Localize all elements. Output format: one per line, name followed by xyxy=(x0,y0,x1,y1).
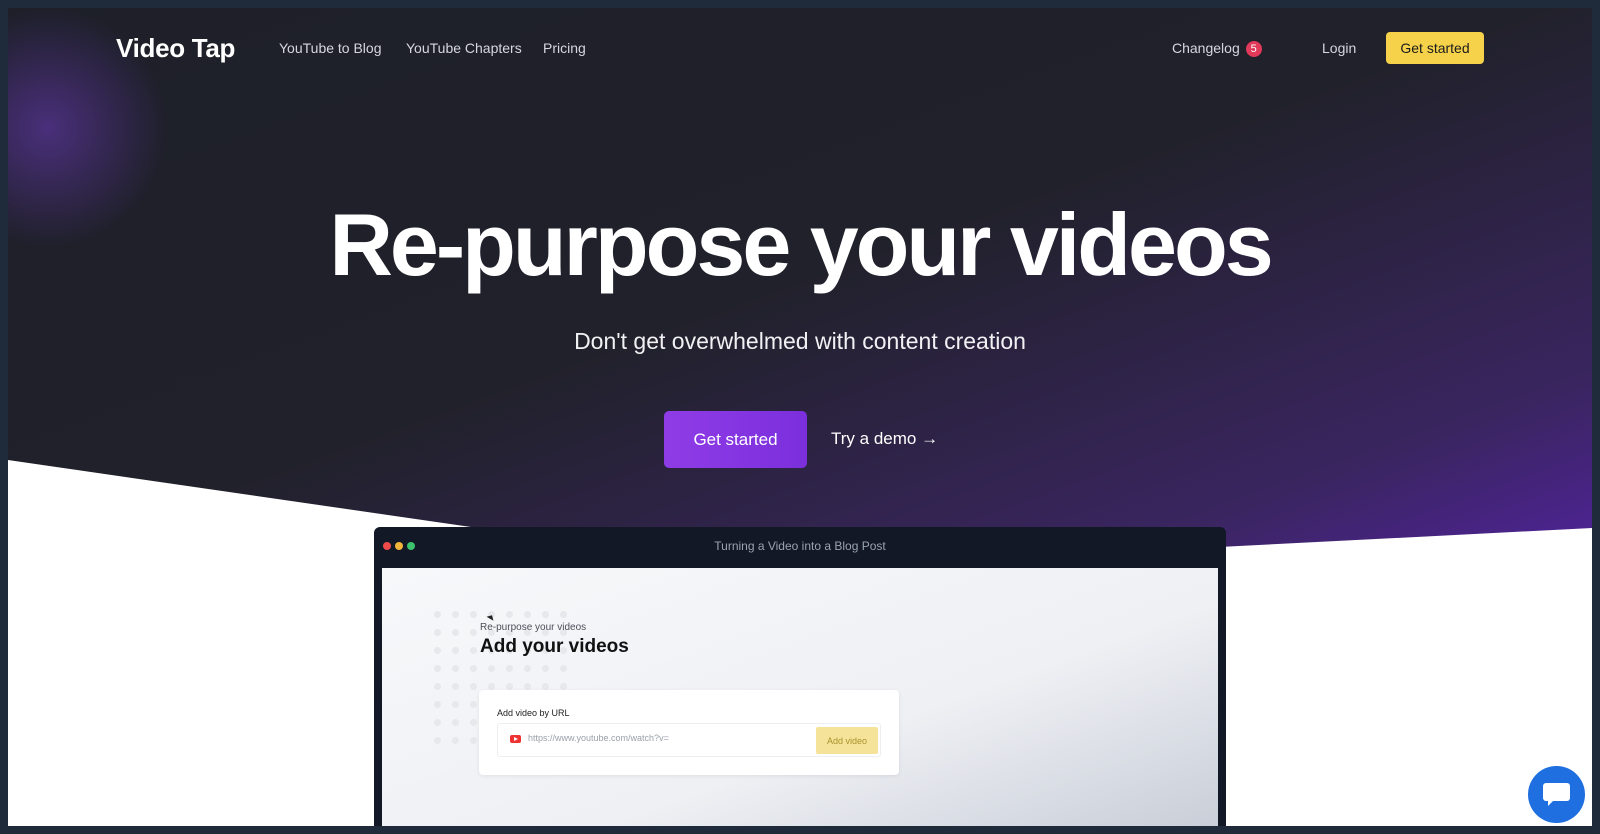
hero-get-started-button[interactable]: Get started xyxy=(664,411,807,468)
decorative-dot xyxy=(524,683,531,690)
decorative-dot xyxy=(524,665,531,672)
decorative-dot xyxy=(452,611,459,618)
decorative-dot xyxy=(470,629,477,636)
changelog-count-badge: 5 xyxy=(1245,41,1262,57)
decorative-dot xyxy=(470,701,477,708)
chat-launcher-button[interactable] xyxy=(1528,766,1585,823)
decorative-dot xyxy=(470,665,477,672)
top-nav: Video Tap YouTube to Blog YouTube Chapte… xyxy=(8,8,1592,88)
url-row: Add video xyxy=(497,723,881,757)
decorative-dot xyxy=(506,683,513,690)
decorative-dot xyxy=(434,647,441,654)
decorative-dot xyxy=(470,647,477,654)
decorative-dot xyxy=(470,611,477,618)
hero-subheadline: Don't get overwhelmed with content creat… xyxy=(574,328,1026,354)
decorative-dot xyxy=(452,647,459,654)
chat-icon xyxy=(1543,783,1570,806)
page: Video Tap YouTube to Blog YouTube Chapte… xyxy=(8,8,1592,826)
decorative-dot xyxy=(452,719,459,726)
video-url-input[interactable] xyxy=(528,733,798,743)
decorative-dot xyxy=(542,665,549,672)
demo-window-title: Turning a Video into a Blog Post xyxy=(714,539,886,553)
decorative-dot xyxy=(470,683,477,690)
try-demo-link[interactable]: Try a demo → xyxy=(831,429,938,449)
decorative-dot xyxy=(452,683,459,690)
demo-heading: Add your videos xyxy=(480,636,629,657)
changelog-label: Changelog xyxy=(1172,40,1240,56)
demo-viewport: Re-purpose your videos Add your videos A… xyxy=(382,568,1218,826)
decorative-dot xyxy=(434,737,441,744)
decorative-dot xyxy=(434,611,441,618)
login-link[interactable]: Login xyxy=(1322,40,1356,56)
decorative-dot xyxy=(488,665,495,672)
decorative-dot xyxy=(560,665,567,672)
decorative-dot xyxy=(434,683,441,690)
decorative-dot xyxy=(434,629,441,636)
decorative-dot xyxy=(452,629,459,636)
nav-link-changelog[interactable]: Changelog 5 xyxy=(1172,40,1262,57)
decorative-dot xyxy=(470,737,477,744)
decorative-dot xyxy=(434,701,441,708)
hero-headline: Re-purpose your videos xyxy=(329,195,1273,294)
nav-link-youtube-to-blog[interactable]: YouTube to Blog xyxy=(279,40,382,56)
decorative-dot xyxy=(524,611,531,618)
decorative-dot xyxy=(452,737,459,744)
nav-get-started-button[interactable]: Get started xyxy=(1386,32,1484,64)
demo-browser-window: Turning a Video into a Blog Post Re-purp… xyxy=(374,527,1226,826)
decorative-dot xyxy=(434,719,441,726)
decorative-dot xyxy=(560,611,567,618)
demo-kicker: Re-purpose your videos xyxy=(480,622,587,633)
decorative-dot xyxy=(470,719,477,726)
decorative-dot xyxy=(506,665,513,672)
logo[interactable]: Video Tap xyxy=(116,33,235,64)
decorative-dot xyxy=(506,611,513,618)
decorative-dot xyxy=(452,665,459,672)
decorative-dot xyxy=(542,683,549,690)
add-video-label: Add video by URL xyxy=(497,708,570,718)
nav-link-pricing[interactable]: Pricing xyxy=(543,40,586,56)
decorative-dot xyxy=(452,701,459,708)
decorative-dot xyxy=(434,665,441,672)
add-video-card: Add video by URL Add video xyxy=(479,690,899,775)
decorative-dot xyxy=(560,683,567,690)
nav-link-youtube-chapters[interactable]: YouTube Chapters xyxy=(406,40,522,56)
youtube-icon xyxy=(510,735,521,743)
decorative-dot xyxy=(542,611,549,618)
decorative-dot xyxy=(488,683,495,690)
add-video-button[interactable]: Add video xyxy=(816,727,878,754)
